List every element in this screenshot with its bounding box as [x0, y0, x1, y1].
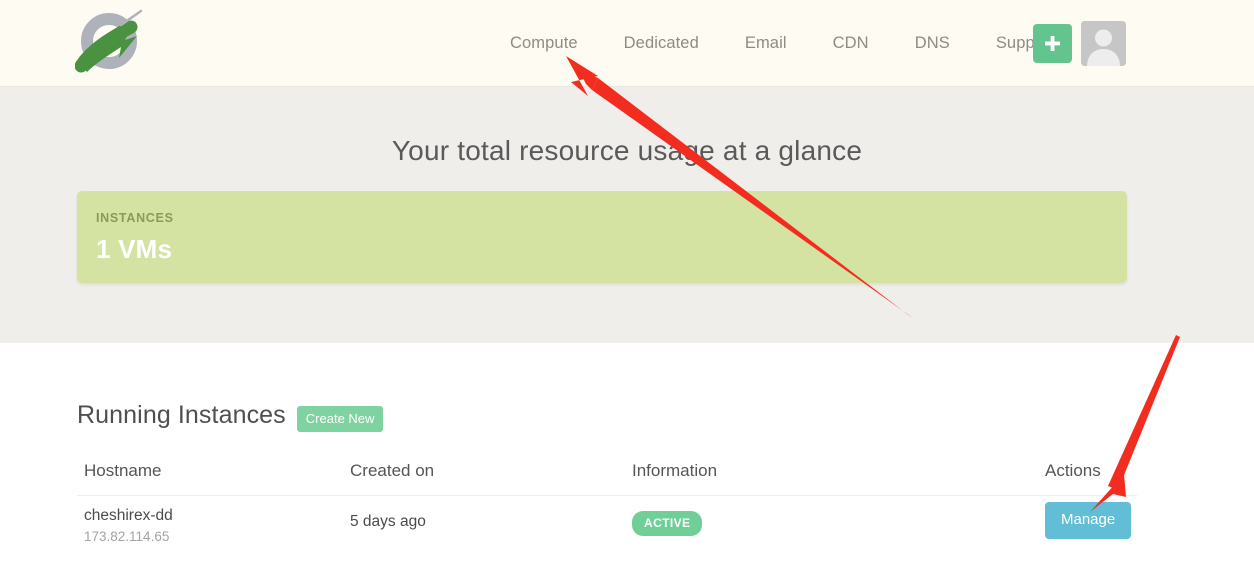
instance-hostname: cheshirex-dd	[84, 507, 173, 524]
nav-item-dedicated[interactable]: Dedicated	[601, 34, 722, 53]
column-header-hostname: Hostname	[84, 461, 162, 480]
nav-item-cdn[interactable]: CDN	[810, 34, 892, 53]
cell-actions: Manage	[1045, 502, 1132, 539]
running-instances-section: Running Instances Create New Hostname Cr…	[0, 343, 1254, 570]
user-avatar[interactable]	[1081, 21, 1126, 66]
main-navigation: Compute Dedicated Email CDN DNS Support	[500, 0, 1077, 87]
table-row: cheshirex-dd 173.82.114.65 5 days ago AC…	[77, 496, 1137, 568]
cell-created-on: 5 days ago	[350, 513, 426, 531]
manage-button[interactable]: Manage	[1045, 502, 1132, 539]
plus-icon	[1045, 36, 1060, 51]
instances-table: Hostname Created on Information Actions …	[77, 453, 1137, 568]
nav-item-dns[interactable]: DNS	[892, 34, 973, 53]
column-header-information: Information	[632, 461, 718, 480]
site-logo[interactable]	[75, 6, 145, 78]
instance-ip-address: 173.82.114.65	[84, 529, 170, 544]
nav-item-compute[interactable]: Compute	[500, 34, 601, 53]
instances-stat-value: 1 VMs	[96, 234, 173, 264]
cell-hostname: cheshirex-dd 173.82.114.65	[84, 507, 173, 544]
orbit-swoosh-logo-icon	[75, 9, 143, 73]
column-header-actions: Actions	[1045, 461, 1101, 480]
user-avatar-icon	[1081, 21, 1126, 66]
cell-information: ACTIVE	[632, 511, 703, 536]
column-header-created-on: Created on	[350, 461, 435, 480]
create-new-button[interactable]: Create New	[296, 405, 384, 432]
status-badge: ACTIVE	[632, 511, 703, 536]
page-title: Your total resource usage at a glance	[391, 135, 863, 166]
instance-created-on: 5 days ago	[350, 513, 426, 530]
nav-item-email[interactable]: Email	[722, 34, 810, 53]
site-header: Compute Dedicated Email CDN DNS Support	[0, 0, 1254, 87]
section-header: Running Instances Create New	[77, 401, 384, 432]
instances-stat-label: INSTANCES	[96, 211, 174, 225]
instances-stat-card: INSTANCES 1 VMs	[77, 191, 1127, 283]
section-title: Running Instances	[77, 401, 286, 429]
add-new-button[interactable]	[1033, 24, 1072, 63]
table-header-row: Hostname Created on Information Actions	[77, 453, 1137, 496]
resource-summary-section: Your total resource usage at a glance IN…	[0, 87, 1254, 343]
